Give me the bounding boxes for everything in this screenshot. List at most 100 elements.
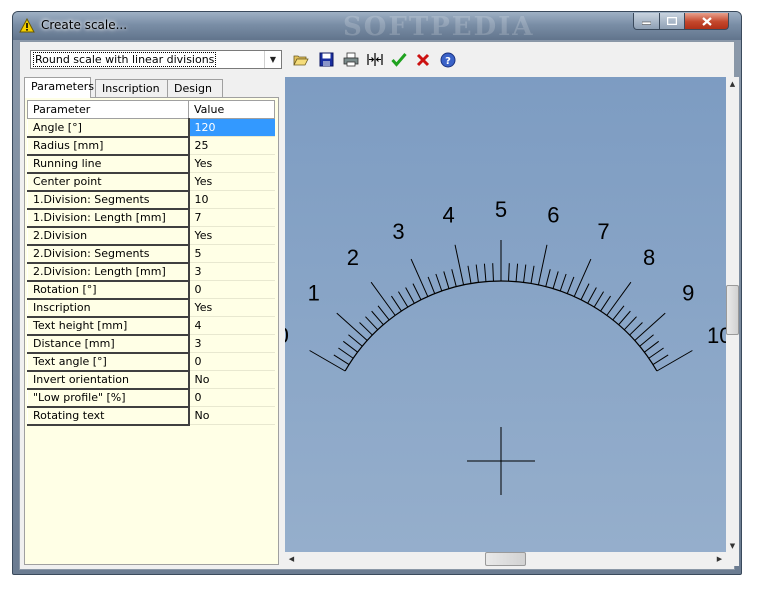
minor-tick bbox=[391, 295, 402, 312]
parameter-value[interactable]: 0 bbox=[188, 280, 275, 299]
table-row[interactable]: Invert orientation No bbox=[27, 370, 275, 390]
table-row[interactable]: Text height [mm] 4 bbox=[27, 316, 275, 336]
parameter-value[interactable]: 5 bbox=[188, 244, 275, 263]
scale-label: 3 bbox=[392, 219, 404, 244]
parameter-value[interactable]: Yes bbox=[188, 226, 275, 245]
table-row[interactable]: 2.Division: Segments 5 bbox=[27, 244, 275, 264]
open-button[interactable] bbox=[292, 51, 310, 68]
app-window: SOFTPEDIA Create scale... Round scale wi… bbox=[12, 11, 742, 575]
minor-tick bbox=[559, 273, 567, 292]
scale-preview-canvas[interactable]: 01 2 3 4 5 6 7 8 9 10 bbox=[285, 77, 726, 566]
major-tick bbox=[606, 281, 632, 316]
table-row[interactable]: "Low profile" [%] 0 bbox=[27, 388, 275, 408]
parameter-name: Rotation [°] bbox=[27, 280, 190, 300]
save-button[interactable] bbox=[317, 51, 335, 68]
parameter-value[interactable]: 120 bbox=[188, 118, 275, 137]
close-button[interactable] bbox=[684, 13, 729, 30]
minor-tick bbox=[648, 347, 664, 359]
parameter-value[interactable]: 4 bbox=[188, 316, 275, 335]
scale-label: 2 bbox=[347, 245, 359, 270]
minor-tick bbox=[348, 334, 363, 347]
minor-tick bbox=[405, 287, 415, 304]
parameter-name: 2.Division: Segments bbox=[27, 244, 190, 264]
cancel-button[interactable] bbox=[414, 51, 432, 68]
tab-parameters[interactable]: Parameters bbox=[24, 77, 94, 98]
red-x-icon bbox=[416, 53, 430, 66]
scale-label: 0 bbox=[285, 323, 289, 348]
mirror-button[interactable] bbox=[366, 51, 384, 68]
table-row[interactable]: Angle [°] 120 bbox=[27, 118, 275, 138]
minor-tick bbox=[508, 263, 510, 282]
table-row[interactable]: Rotation [°] 0 bbox=[27, 280, 275, 300]
header-value[interactable]: Value bbox=[188, 100, 275, 119]
parameter-value[interactable]: 10 bbox=[188, 190, 275, 209]
table-row[interactable]: Text angle [°] 0 bbox=[27, 352, 275, 372]
parameter-value[interactable]: Yes bbox=[188, 298, 275, 317]
vertical-scroll-thumb[interactable] bbox=[726, 285, 739, 335]
tab-inscription[interactable]: Inscription bbox=[95, 79, 168, 97]
maximize-button[interactable] bbox=[659, 13, 685, 30]
window-title: Create scale... bbox=[41, 18, 128, 32]
help-button[interactable]: ? bbox=[439, 51, 457, 68]
warning-app-icon bbox=[19, 18, 35, 33]
minor-tick bbox=[467, 265, 472, 284]
minor-tick bbox=[475, 264, 479, 283]
table-row[interactable]: Running line Yes bbox=[27, 154, 275, 174]
scroll-right-icon[interactable]: ▶ bbox=[713, 552, 726, 565]
parameter-value[interactable]: 0 bbox=[188, 388, 275, 407]
print-button[interactable] bbox=[342, 51, 360, 68]
parameter-value[interactable]: 25 bbox=[188, 136, 275, 155]
tab-strip: Parameters Inscription Design bbox=[24, 77, 284, 98]
minor-tick bbox=[412, 283, 422, 300]
ok-button[interactable] bbox=[390, 51, 408, 68]
parameter-value[interactable]: 3 bbox=[188, 334, 275, 353]
minor-tick bbox=[435, 273, 443, 292]
title-bar[interactable]: SOFTPEDIA Create scale... bbox=[13, 12, 741, 42]
major-tick bbox=[656, 350, 693, 372]
parameter-value[interactable]: 0 bbox=[188, 352, 275, 371]
minor-tick bbox=[566, 276, 575, 294]
parameter-value[interactable]: 7 bbox=[188, 208, 275, 227]
parameter-value[interactable]: Yes bbox=[188, 154, 275, 173]
minor-tick bbox=[523, 264, 527, 283]
scale-label: 5 bbox=[495, 197, 507, 222]
scroll-up-icon[interactable]: ▲ bbox=[726, 77, 739, 90]
major-tick bbox=[454, 244, 465, 286]
parameter-value[interactable]: No bbox=[188, 406, 275, 425]
table-row[interactable]: Distance [mm] 3 bbox=[27, 334, 275, 354]
table-row[interactable]: 2.Division Yes bbox=[27, 226, 275, 246]
dropdown-arrow-icon[interactable]: ▼ bbox=[264, 51, 281, 68]
table-row[interactable]: 2.Division: Length [mm] 3 bbox=[27, 262, 275, 282]
table-row[interactable]: Center point Yes bbox=[27, 172, 275, 192]
scroll-left-icon[interactable]: ◀ bbox=[285, 552, 298, 565]
parameter-value[interactable]: No bbox=[188, 370, 275, 389]
scale-label: 4 bbox=[442, 203, 454, 228]
parameter-grid: Parameter Value Angle [°] 120 Radius [mm] 2… bbox=[27, 100, 275, 426]
parameter-name: 2.Division: Length [mm] bbox=[27, 262, 190, 282]
horizontal-scrollbar[interactable]: ◀ ▶ bbox=[285, 552, 726, 566]
parameter-rows: Angle [°] 120 Radius [mm] 25 Running line Yes… bbox=[27, 118, 275, 426]
table-row[interactable]: Rotating text No bbox=[27, 406, 275, 426]
table-row[interactable]: Inscription Yes bbox=[27, 298, 275, 318]
minor-tick bbox=[515, 263, 519, 282]
header-parameter[interactable]: Parameter bbox=[27, 100, 189, 119]
scale-label: 6 bbox=[547, 203, 559, 228]
minor-tick bbox=[530, 265, 535, 284]
parameter-name: Center point bbox=[27, 172, 190, 192]
scroll-down-icon[interactable]: ▼ bbox=[726, 539, 739, 552]
vertical-scrollbar[interactable]: ▲ ▼ bbox=[726, 77, 739, 552]
parameter-value[interactable]: 3 bbox=[188, 262, 275, 281]
parameter-name: "Low profile" [%] bbox=[27, 388, 190, 408]
scale-preview: 01 2 3 4 5 6 7 8 9 10 bbox=[285, 197, 726, 495]
table-row[interactable]: 1.Division: Length [mm] 7 bbox=[27, 208, 275, 228]
table-row[interactable]: Radius [mm] 25 bbox=[27, 136, 275, 156]
tab-design[interactable]: Design bbox=[167, 79, 223, 97]
table-row[interactable]: 1.Division: Segments 10 bbox=[27, 190, 275, 210]
scale-type-dropdown[interactable]: Round scale with linear divisions ▼ bbox=[30, 50, 282, 69]
parameter-value[interactable]: Yes bbox=[188, 172, 275, 191]
minimize-button[interactable] bbox=[633, 13, 660, 30]
horizontal-scroll-thumb[interactable] bbox=[485, 552, 526, 566]
minor-tick bbox=[492, 263, 494, 282]
minor-tick bbox=[652, 354, 669, 365]
minor-tick bbox=[427, 276, 436, 294]
